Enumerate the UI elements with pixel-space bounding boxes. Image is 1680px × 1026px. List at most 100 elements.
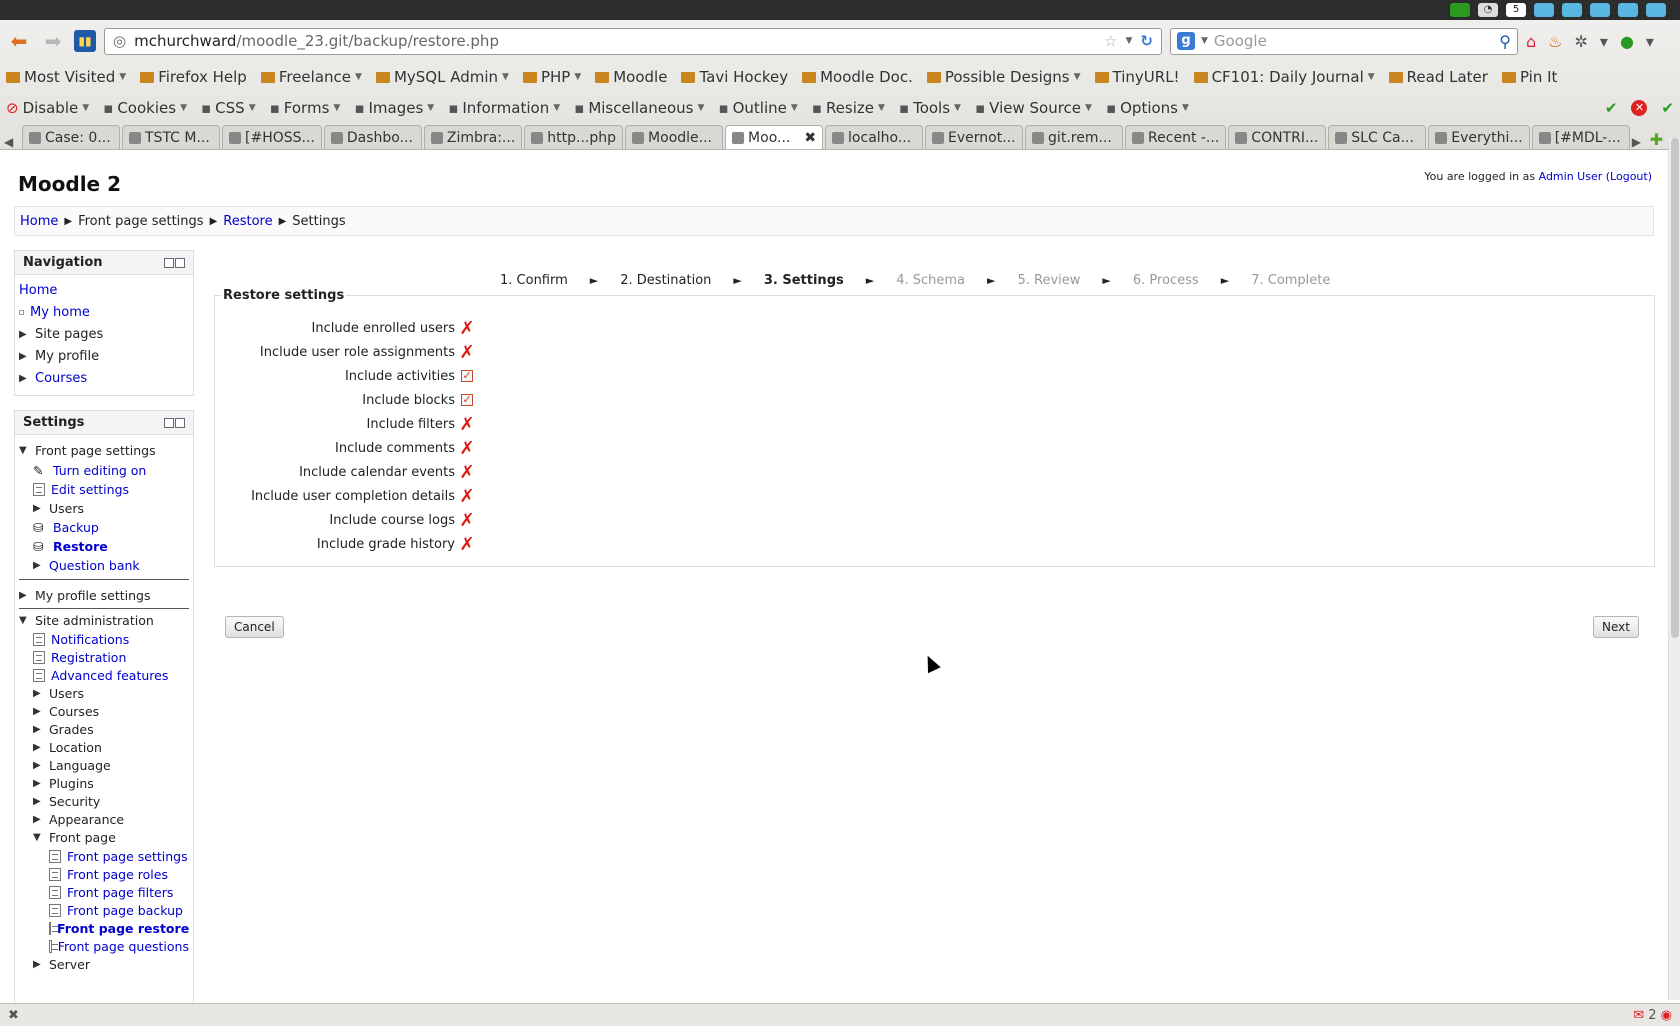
bookmark-item[interactable]: Possible Designs ▼ [926,68,1081,86]
collapse-icon[interactable]: ▼ [19,615,29,626]
chevron-down-icon[interactable]: ▼ [553,103,560,113]
nav-item-my-home[interactable]: My home [19,301,189,323]
bookmark-item[interactable]: Pin It [1501,68,1557,86]
admin-link[interactable]: Notifications [51,632,129,647]
bookmark-item[interactable]: Tavi Hockey [681,68,788,86]
devtool-menu[interactable]: ▪ Forms ▼ [270,99,341,117]
nav-site-pages-label[interactable]: Site pages [35,327,103,342]
settings-admin-folder[interactable]: ▶ Language [19,756,189,774]
expand-icon[interactable]: ▶ [33,778,43,789]
devtool-menu[interactable]: ▪ Resize ▼ [812,99,885,117]
close-icon[interactable]: ✕ [1631,99,1648,116]
chevron-down-icon[interactable]: ▾ [1600,32,1608,51]
settings-front-page-link[interactable]: Front page restore [19,919,189,937]
nav-my-profile-label[interactable]: My profile [35,349,99,364]
expand-icon[interactable]: ▶ [33,688,43,699]
addon-icon[interactable]: ● [1620,32,1634,51]
front-page-link[interactable]: Front page questions [58,939,189,954]
block-controls[interactable] [164,417,185,428]
browser-tab[interactable]: Everythi... [1428,125,1530,149]
expand-icon[interactable]: ▶ [33,814,43,825]
cancel-button[interactable]: Cancel [225,616,284,638]
notification-icon[interactable]: ✉ [1633,1008,1644,1023]
chevron-down-icon[interactable]: ▼ [1201,36,1208,46]
tab-scroll-left-icon[interactable]: ◀ [4,135,20,149]
admin-folder-label[interactable]: Security [49,794,100,809]
back-icon[interactable]: ⬅ [6,28,32,54]
my-profile-settings-label[interactable]: My profile settings [35,588,150,603]
logout-link[interactable]: (Logout) [1606,170,1652,183]
chevron-down-icon[interactable]: ▼ [119,72,126,82]
bookmark-item[interactable]: Freelance ▼ [260,68,362,86]
admin-folder-label[interactable]: Appearance [49,812,124,827]
bookmark-item[interactable]: Most Visited ▼ [6,68,126,86]
devtool-menu[interactable]: ▪ View Source ▼ [975,99,1092,117]
settings-turn-editing-on[interactable]: ✎ Turn editing on [19,461,189,480]
front-page-label[interactable]: Front page [49,830,116,845]
bookmark-item[interactable]: CF101: Daily Journal ▼ [1193,68,1375,86]
question-bank-link[interactable]: Question bank [49,558,140,573]
bookmark-item[interactable]: Read Later [1388,68,1488,86]
chevron-down-icon[interactable]: ▼ [82,103,89,113]
settings-front-page-link[interactable]: Front page questions [19,937,189,955]
settings-admin-folder[interactable]: ▶ Grades [19,720,189,738]
admin-folder-label[interactable]: Plugins [49,776,94,791]
admin-link[interactable]: Advanced features [51,668,168,683]
browser-tab[interactable]: Case: 0... [22,125,120,149]
expand-icon[interactable]: ▶ [33,742,43,753]
chevron-down-icon[interactable]: ▼ [574,72,581,82]
chevron-down-icon[interactable]: ▼ [249,103,256,113]
nav-item-courses[interactable]: ▶ Courses [19,367,189,389]
site-admin-label[interactable]: Site administration [35,613,154,628]
forward-icon[interactable]: ➡ [40,28,66,54]
settings-admin-folder[interactable]: ▶ Users [19,684,189,702]
reload-icon[interactable]: ↻ [1140,32,1153,50]
new-tab-icon[interactable]: ✚ [1650,130,1666,149]
browser-tab[interactable]: SLC Ca... [1328,125,1427,149]
browser-tab[interactable]: CONTRI... [1228,125,1327,149]
settings-front-page-link[interactable]: Front page filters [19,883,189,901]
browser-tab[interactable]: http...php [524,125,624,149]
browser-tab[interactable]: Recent -... [1125,125,1227,149]
settings-site-administration[interactable]: ▼ Site administration [19,611,189,630]
settings-admin-folder[interactable]: ▶ Plugins [19,774,189,792]
settings-my-profile-settings[interactable]: ▶ My profile settings [19,584,189,606]
browser-tab[interactable]: Zimbra:... [423,125,523,149]
admin-folder-label[interactable]: Courses [49,704,99,719]
close-tab-icon[interactable]: ✖ [804,130,816,146]
fire-icon[interactable]: ♨ [1548,32,1562,51]
devtool-menu[interactable]: ▪ CSS ▼ [201,99,256,117]
expand-icon[interactable]: ▶ [33,560,43,571]
front-page-link[interactable]: Front page settings [67,849,188,864]
devtool-menu[interactable]: ▪ Images ▼ [354,99,434,117]
settings-front-page-link[interactable]: Front page backup [19,901,189,919]
settings-admin-folder[interactable]: ▶ Security [19,792,189,810]
expand-icon[interactable]: ▶ [19,351,29,362]
expand-icon[interactable]: ▶ [33,503,43,514]
breadcrumb-home[interactable]: Home [20,214,58,229]
users-label[interactable]: Users [49,501,84,516]
restore-link[interactable]: Restore [53,539,108,554]
devtool-menu[interactable]: ▪ Cookies ▼ [103,99,187,117]
expand-icon[interactable]: ▶ [33,760,43,771]
edit-settings-link[interactable]: Edit settings [51,482,129,497]
check-icon[interactable]: ✔ [1661,99,1674,117]
bookmark-item[interactable]: Firefox Help [140,68,247,86]
browser-tab[interactable]: [#HOSS... [222,125,322,149]
front-page-link[interactable]: Front page roles [67,867,168,882]
settings-admin-link[interactable]: Advanced features [19,666,189,684]
extension-icon[interactable]: ✲ [1575,32,1588,51]
nav-item-site-pages[interactable]: ▶ Site pages [19,323,189,345]
next-button[interactable]: Next [1593,616,1639,638]
admin-folder-label[interactable]: Users [49,686,84,701]
block-controls[interactable] [164,257,185,268]
settings-front-page-link[interactable]: Front page roles [19,865,189,883]
check-icon[interactable]: ✔ [1605,99,1618,117]
chevron-down-icon[interactable]: ▼ [180,103,187,113]
browser-tab[interactable]: Moodle... [625,125,724,149]
chevron-down-icon[interactable]: ▼ [954,103,961,113]
expand-icon[interactable]: ▶ [33,724,43,735]
expand-icon[interactable]: ▶ [19,590,29,601]
expand-icon[interactable]: ▶ [19,373,29,384]
bookmark-star-icon[interactable]: ☆ [1104,32,1117,50]
